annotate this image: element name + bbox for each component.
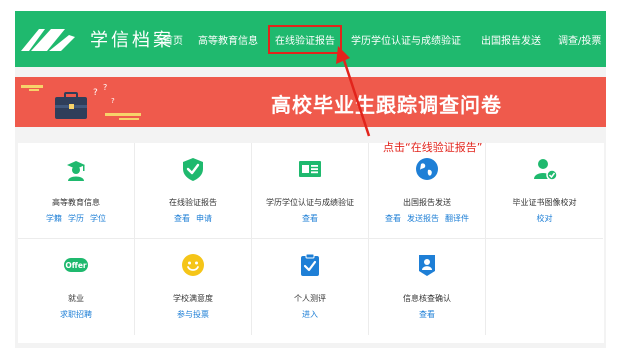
link-apply-report[interactable]: 申请	[196, 214, 212, 223]
card-overseas-report: 出国报告发送 查看 发送报告 翻译件	[369, 143, 486, 239]
card-title: 就业	[68, 294, 84, 303]
card-online-verification-report: 在线验证报告 查看 申请	[135, 143, 252, 239]
nav-survey-vote[interactable]: 调查/投票	[558, 32, 601, 47]
svg-text:?: ?	[93, 88, 98, 98]
nav-overseas-report[interactable]: 出国报告发送	[481, 32, 541, 47]
card-higher-education-info: 高等教育信息 学籍 学历 学位	[18, 143, 135, 239]
graduate-icon	[67, 161, 85, 181]
card-title: 信息核查确认	[403, 294, 451, 303]
card-degree-certification: 学历学位认证与成绩验证 查看	[252, 143, 369, 239]
empty-cell	[486, 239, 603, 335]
user-check-icon	[533, 159, 557, 181]
card-links: 查看 发送报告 翻译件	[369, 213, 485, 224]
card-links: 学籍 学历 学位	[18, 213, 134, 224]
link-education[interactable]: 学历	[68, 214, 84, 223]
card-links: 查看 申请	[135, 213, 251, 224]
clipboard-check-icon	[301, 253, 319, 276]
svg-text:Offer: Offer	[65, 261, 87, 270]
link-enter-assessment[interactable]: 进入	[302, 310, 318, 319]
nav-home[interactable]: 首页	[163, 32, 183, 47]
card-links: 求职招聘	[18, 309, 134, 320]
card-title: 学校满意度	[173, 294, 213, 303]
card-links: 查看	[252, 213, 368, 224]
card-title: 学历学位认证与成绩验证	[266, 198, 354, 207]
card-employment: Offer 就业 求职招聘	[18, 239, 135, 335]
link-view-verification[interactable]: 查看	[419, 310, 435, 319]
card-links: 参与投票	[135, 309, 251, 320]
svg-text:?: ?	[103, 83, 107, 92]
smiley-icon	[182, 254, 204, 276]
link-view-report[interactable]: 查看	[174, 214, 190, 223]
card-title: 在线验证报告	[169, 198, 217, 207]
card-title: 个人测评	[294, 294, 326, 303]
link-student-status[interactable]: 学籍	[46, 214, 62, 223]
link-job-search[interactable]: 求职招聘	[60, 310, 92, 319]
survey-banner[interactable]: ? ? ? 高校毕业生跟踪调查问卷	[15, 77, 606, 127]
nav-higher-education[interactable]: 高等教育信息	[198, 32, 258, 47]
service-grid: 高等教育信息 学籍 学历 学位 在线验证报告 查看 申请 学历学位认证与成绩验证 查看	[18, 143, 604, 343]
card-title: 出国报告发送	[403, 198, 451, 207]
card-title: 高等教育信息	[52, 198, 100, 207]
card-links: 查看	[369, 309, 485, 320]
card-links: 校对	[486, 213, 603, 224]
link-send-report[interactable]: 发送报告	[407, 214, 439, 223]
link-view-overseas[interactable]: 查看	[385, 214, 401, 223]
logo-icon	[21, 29, 75, 51]
certificate-icon	[299, 161, 321, 177]
card-certificate-image-check: 毕业证书图像校对 校对	[486, 143, 603, 239]
id-badge-icon	[419, 255, 435, 276]
offer-icon: Offer	[64, 258, 88, 272]
brand-name[interactable]: 学信档案	[90, 26, 174, 52]
link-proofread[interactable]: 校对	[537, 214, 553, 223]
banner-title: 高校毕业生跟踪调查问卷	[271, 93, 502, 117]
top-nav-bar: 学信档案 首页 高等教育信息 在线验证报告 学历学位认证与成绩验证 出国报告发送…	[15, 11, 606, 67]
nav-degree-certification[interactable]: 学历学位认证与成绩验证	[351, 32, 461, 47]
link-view-certification[interactable]: 查看	[302, 214, 318, 223]
card-links: 进入	[252, 309, 368, 320]
link-degree[interactable]: 学位	[90, 214, 106, 223]
globe-icon	[416, 158, 438, 180]
card-school-satisfaction: 学校满意度 参与投票	[135, 239, 252, 335]
link-translation[interactable]: 翻译件	[445, 214, 469, 223]
shield-check-icon	[183, 158, 203, 181]
nav-online-verification[interactable]: 在线验证报告	[268, 25, 342, 54]
svg-text:?: ?	[111, 97, 115, 105]
link-vote[interactable]: 参与投票	[177, 310, 209, 319]
card-title: 毕业证书图像校对	[512, 198, 577, 207]
card-personal-assessment: 个人测评 进入	[252, 239, 369, 335]
card-info-verification: 信息核查确认 查看	[369, 239, 486, 335]
annotation-hint: 点击“在线验证报告”	[383, 141, 483, 154]
